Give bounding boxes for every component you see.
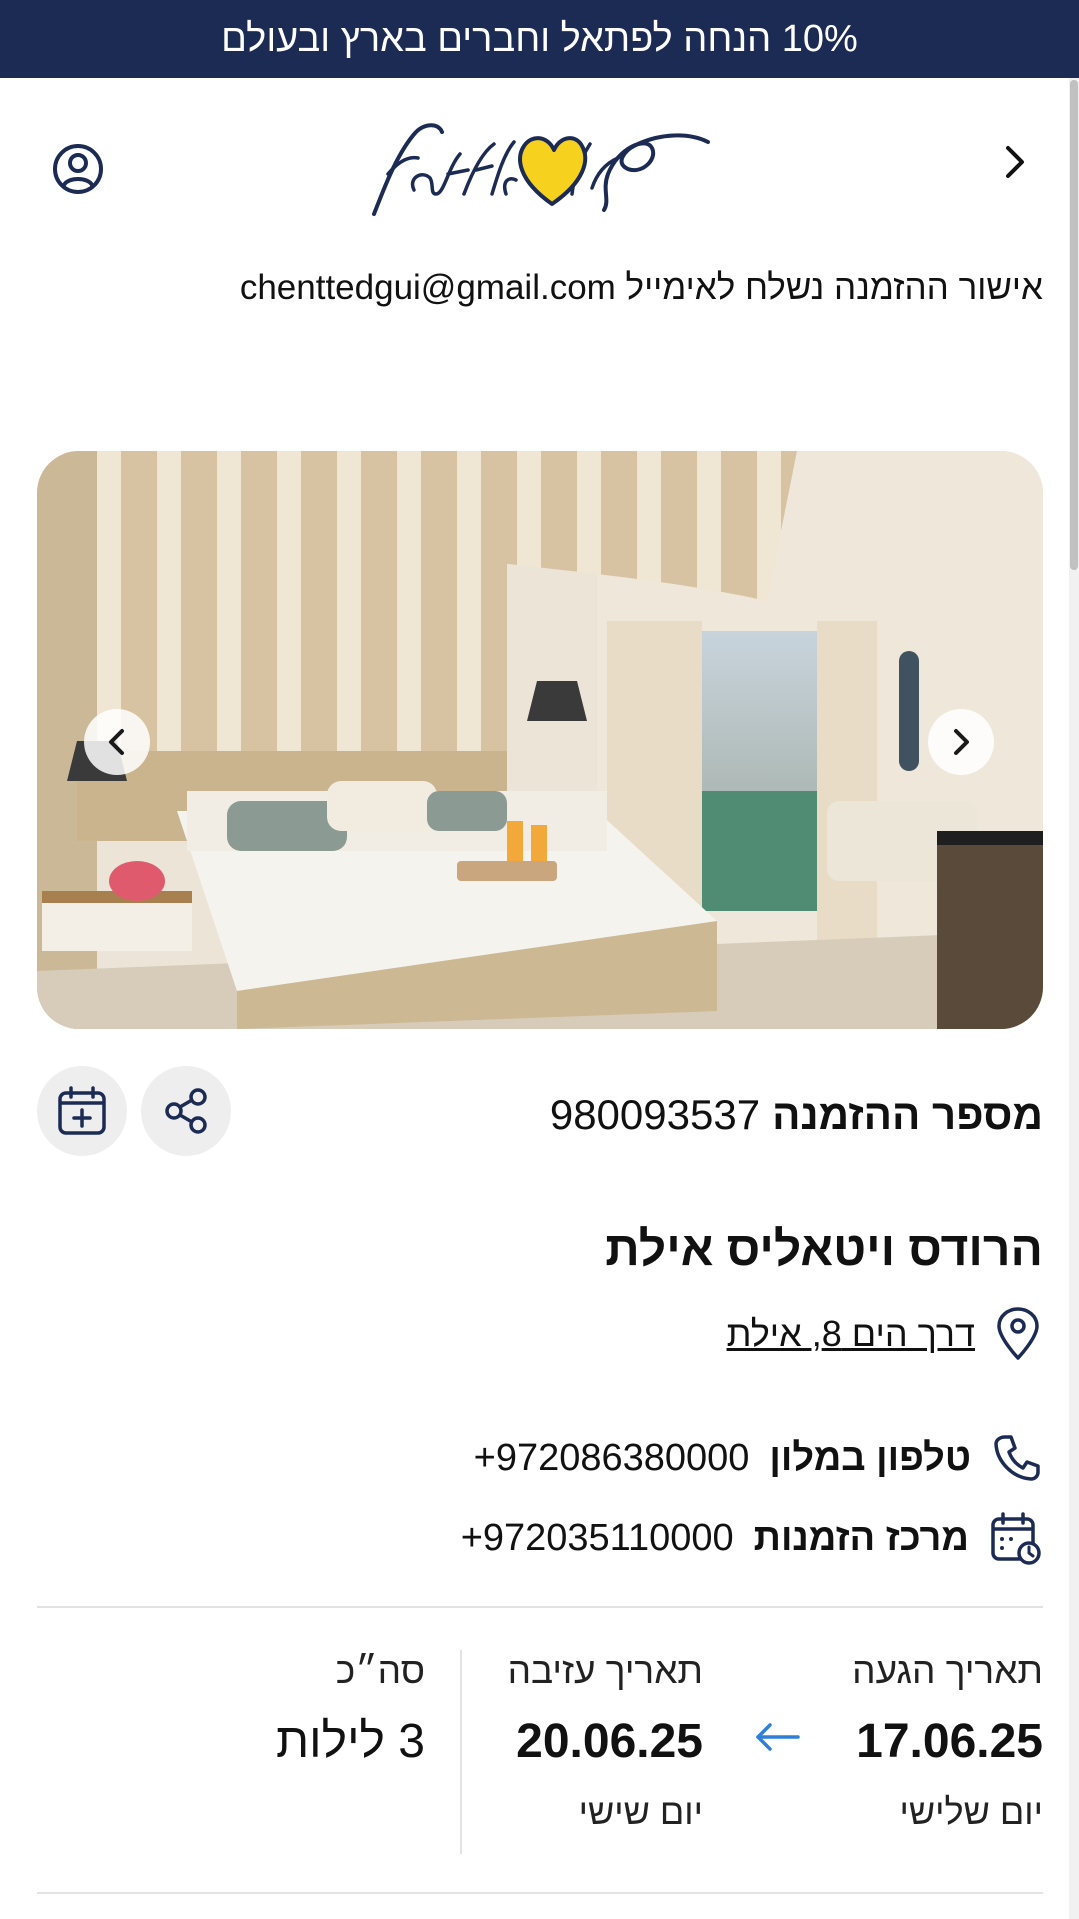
share-icon	[165, 1088, 207, 1134]
bottom-divider	[37, 1892, 1043, 1894]
hotel-room-photo	[37, 451, 1043, 1029]
arrow-left-icon	[756, 1723, 800, 1751]
fattal-logo[interactable]	[368, 114, 714, 224]
reservation-center-value[interactable]: +972035110000	[461, 1517, 734, 1560]
booking-number-label: מספר ההזמנה	[772, 1091, 1043, 1138]
gallery-prev-button[interactable]	[84, 709, 150, 775]
page-scrollbar[interactable]	[1069, 78, 1079, 1919]
departure-label: תאריך עזיבה	[507, 1650, 703, 1691]
stay-dates: תאריך הגעה 17.06.25 יום שלישי תאריך עזיב…	[37, 1650, 1043, 1854]
section-divider	[37, 1606, 1043, 1608]
room-image-gallery[interactable]	[37, 451, 1043, 1029]
phone-icon	[994, 1435, 1040, 1481]
booking-number-value: 980093537	[549, 1091, 761, 1138]
hotel-phone-label: טלפון במלון	[769, 1436, 971, 1479]
scrollbar-thumb[interactable]	[1070, 80, 1078, 570]
arrival-column: תאריך הגעה 17.06.25 יום שלישי	[852, 1650, 1043, 1833]
add-to-calendar-button[interactable]	[37, 1066, 127, 1156]
total-label: סה״כ	[335, 1650, 425, 1691]
share-button[interactable]	[141, 1066, 231, 1156]
reservation-center-row: מרכז הזמנות +972035110000	[461, 1508, 1043, 1568]
user-account-button[interactable]	[50, 141, 106, 197]
back-button[interactable]	[991, 138, 1039, 186]
hotel-phone-value[interactable]: +972086380000	[474, 1437, 750, 1480]
hotel-address-row: דרך הים 8, אילת	[727, 1306, 1043, 1362]
departure-day: יום שישי	[578, 1791, 703, 1832]
hotel-phone-row: טלפון במלון +972086380000	[474, 1428, 1043, 1488]
promo-banner: 10% הנחה לפתאל וחברים בארץ ובעולם	[0, 0, 1079, 78]
total-nights-value: 3 לילות	[276, 1715, 425, 1768]
calendar-clock-icon	[991, 1512, 1041, 1565]
hotel-address-link[interactable]: דרך הים 8, אילת	[727, 1313, 975, 1355]
vertical-divider	[460, 1650, 462, 1854]
total-nights-column: סה״כ 3 לילות	[276, 1650, 425, 1769]
header	[0, 78, 1079, 256]
hotel-name: הרודס ויטאליס אילת	[605, 1223, 1043, 1276]
arrival-day: יום שלישי	[899, 1791, 1043, 1832]
chevron-left-icon	[109, 729, 124, 755]
chevron-right-icon	[954, 729, 969, 755]
promo-text: 10% הנחה לפתאל וחברים בארץ ובעולם	[221, 17, 858, 60]
reservation-center-label: מרכז הזמנות	[753, 1516, 969, 1559]
chevron-right-icon	[1006, 146, 1024, 178]
user-circle-icon	[53, 144, 103, 194]
gallery-next-button[interactable]	[928, 709, 994, 775]
departure-date: 20.06.25	[516, 1715, 703, 1768]
departure-column: תאריך עזיבה 20.06.25 יום שישי	[508, 1650, 703, 1833]
confirmation-email-text: אישור ההזמנה נשלח לאימייל chenttedgui@gm…	[239, 268, 1043, 307]
calendar-add-icon	[58, 1086, 106, 1135]
arrival-date: 17.06.25	[856, 1715, 1043, 1768]
location-pin-icon	[997, 1307, 1039, 1360]
arrival-label: תאריך הגעה	[852, 1650, 1043, 1691]
